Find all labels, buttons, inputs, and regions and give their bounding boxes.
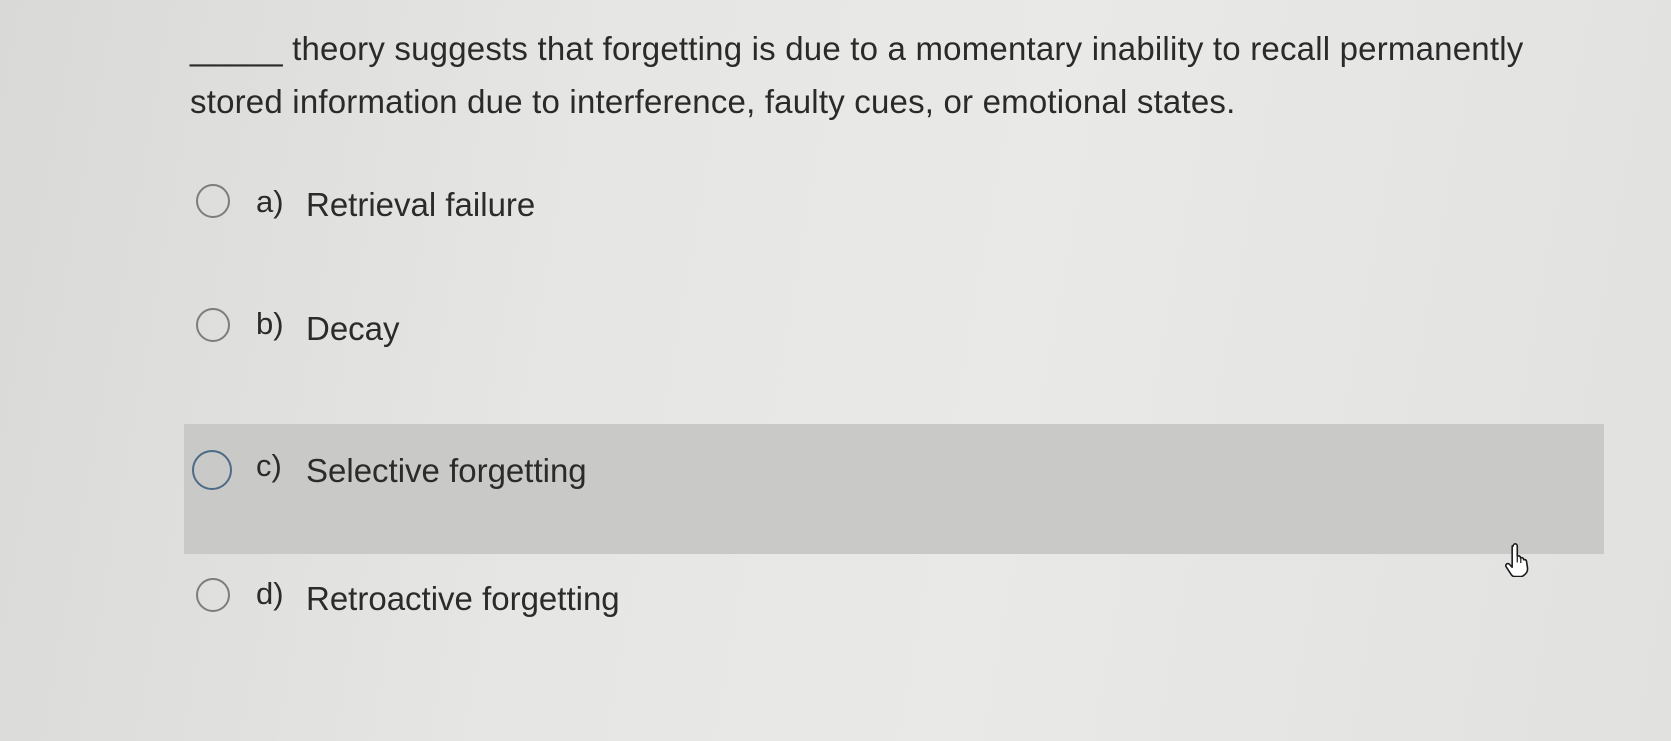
option-b[interactable]: b) Decay [184, 288, 1604, 418]
radio-button-icon[interactable] [196, 578, 230, 612]
option-letter: b) [256, 306, 284, 341]
hand-pointer-icon [1504, 543, 1529, 577]
option-letter: a) [256, 184, 284, 219]
option-label: Selective forgetting [306, 452, 587, 489]
radio-button-icon[interactable] [196, 308, 230, 342]
radio-button-icon[interactable] [196, 184, 230, 218]
option-a[interactable]: a) Retrieval failure [184, 160, 1604, 290]
option-d[interactable]: d) Retroactive forgetting [184, 560, 1604, 690]
option-letter: d) [256, 576, 284, 611]
option-c[interactable]: c) Selective forgetting [184, 424, 1604, 554]
radio-button-icon[interactable] [192, 450, 232, 490]
question-text: _____ theory suggests that forgetting is… [190, 30, 1524, 120]
option-label: Retroactive forgetting [306, 580, 620, 617]
option-letter: c) [256, 448, 282, 483]
option-label: Decay [306, 310, 400, 347]
option-label: Retrieval failure [306, 186, 536, 223]
